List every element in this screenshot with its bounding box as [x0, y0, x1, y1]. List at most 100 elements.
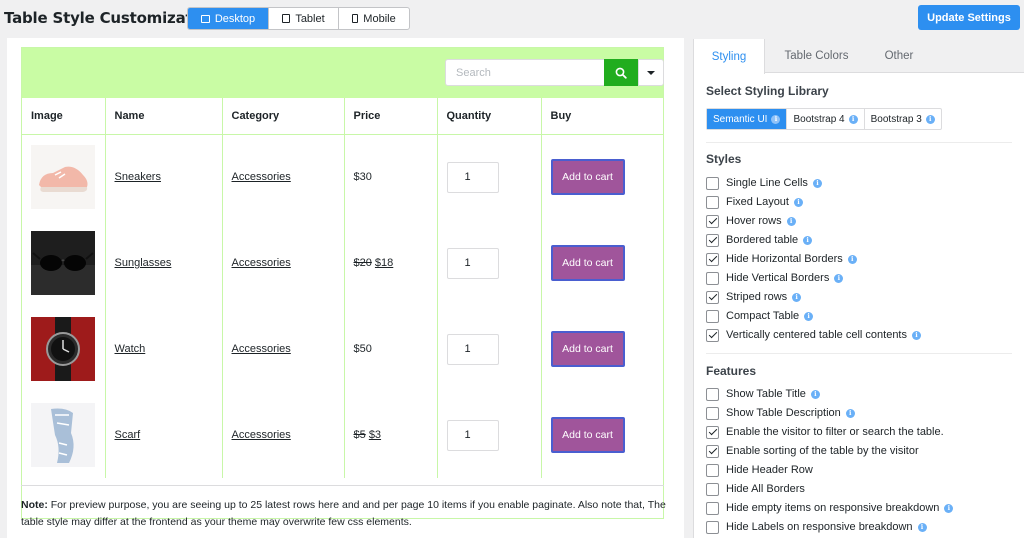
info-icon: i [792, 292, 802, 302]
column-header[interactable]: Quantity [437, 98, 542, 135]
buy-cell: Add to cart [541, 220, 663, 306]
checkbox[interactable] [706, 425, 719, 439]
checkbox[interactable] [706, 328, 719, 342]
info-icon: i [944, 503, 954, 513]
filter-dropdown-button[interactable] [638, 59, 664, 86]
product-name-link[interactable]: Watch [115, 343, 146, 355]
add-to-cart-button[interactable]: Add to cart [550, 417, 625, 453]
tab-mobile[interactable]: Mobile [339, 8, 409, 29]
option-vertically-centered[interactable]: Vertically centered table cell contents i [706, 327, 921, 343]
checkbox[interactable] [706, 520, 719, 534]
checkbox[interactable] [706, 195, 719, 209]
search-button[interactable] [604, 59, 638, 86]
tab-other[interactable]: Other [868, 39, 930, 73]
tab-tablet-label: Tablet [295, 12, 325, 25]
add-to-cart-button[interactable]: Add to cart [550, 159, 625, 196]
category-link[interactable]: Accessories [232, 257, 291, 269]
quantity-cell: 1 [437, 306, 542, 392]
option-hide-header-row[interactable]: Hide Header Row [706, 462, 813, 478]
option-show-table-description[interactable]: Show Table Description i [706, 405, 855, 421]
quantity-input[interactable]: 1 [446, 161, 499, 193]
tab-desktop-label: Desktop [214, 12, 256, 25]
add-to-cart-button[interactable]: Add to cart [550, 245, 625, 281]
checkbox[interactable] [706, 214, 719, 228]
info-icon: i [786, 216, 796, 226]
option-bordered-table[interactable]: Bordered table i [706, 232, 813, 248]
category-link[interactable]: Accessories [232, 343, 291, 355]
checkbox[interactable] [706, 444, 719, 458]
tab-tablet[interactable]: Tablet [269, 8, 339, 29]
product-name-link[interactable]: Sneakers [115, 171, 161, 183]
option-hide-all-borders[interactable]: Hide All Borders [706, 481, 805, 497]
option-hover-rows[interactable]: Hover rows i [706, 213, 796, 229]
option-compact-table[interactable]: Compact Table i [706, 308, 814, 324]
quantity-input[interactable]: 1 [446, 419, 499, 451]
tab-styling[interactable]: Styling [694, 39, 765, 74]
checkbox[interactable] [706, 309, 719, 323]
option-fixed-layout[interactable]: Fixed Layout i [706, 194, 803, 210]
column-header[interactable]: Image [22, 98, 106, 135]
option-label: Enable the visitor to filter or search t… [726, 426, 944, 438]
column-header[interactable]: Buy [541, 98, 663, 135]
styling-library-selector: Semantic UI i Bootstrap 4i Bootstrap 3i [706, 108, 942, 130]
column-header[interactable]: Price [344, 98, 438, 135]
option-hide-labels[interactable]: Hide Labels on responsive breakdown i [706, 519, 927, 535]
product-name-link[interactable]: Sunglasses [115, 257, 172, 269]
library-semantic-ui[interactable]: Semantic UI i [707, 109, 788, 129]
add-to-cart-button[interactable]: Add to cart [550, 331, 625, 367]
checkbox[interactable] [706, 290, 719, 304]
checkbox[interactable] [706, 463, 719, 477]
library-bootstrap-3[interactable]: Bootstrap 3i [865, 109, 941, 129]
info-icon: i [917, 522, 927, 532]
checkbox[interactable] [706, 387, 719, 401]
category-cell[interactable]: Accessories [222, 306, 345, 392]
page-title: Table Style Customization [4, 9, 218, 27]
quantity-input[interactable]: 1 [446, 247, 499, 279]
name-cell[interactable]: Watch [105, 306, 223, 392]
category-link[interactable]: Accessories [232, 171, 291, 183]
checkbox[interactable] [706, 271, 719, 285]
product-table: Image Name Category Price Quantity Buy S… [22, 98, 663, 478]
name-cell[interactable]: Sneakers [105, 134, 223, 220]
option-single-line-cells[interactable]: Single Line Cells i [706, 175, 822, 191]
sale-price: $3 [368, 429, 382, 441]
search-input[interactable]: Search [445, 59, 605, 86]
name-cell[interactable]: Sunglasses [105, 220, 223, 306]
checkbox[interactable] [706, 233, 719, 247]
option-show-table-title[interactable]: Show Table Title i [706, 386, 820, 402]
category-cell[interactable]: Accessories [222, 220, 345, 306]
checkbox[interactable] [706, 252, 719, 266]
option-hide-vertical-borders[interactable]: Hide Vertical Borders i [706, 270, 844, 286]
column-header[interactable]: Category [222, 98, 345, 135]
option-label: Enable sorting of the table by the visit… [726, 445, 919, 457]
price-cell: $20 $18 [344, 220, 438, 306]
buy-cell: Add to cart [541, 134, 663, 220]
tab-table-colors[interactable]: Table Colors [765, 39, 868, 73]
info-icon: i [847, 254, 857, 264]
option-label: Hide All Borders [726, 483, 805, 495]
image-cell [22, 306, 106, 392]
info-icon: i [810, 389, 820, 399]
update-settings-button[interactable]: Update Settings [918, 5, 1020, 30]
option-striped-rows[interactable]: Striped rows i [706, 289, 802, 305]
option-hide-empty-items[interactable]: Hide empty items on responsive breakdown… [706, 500, 954, 516]
original-price: $20 [353, 257, 372, 269]
checkbox[interactable] [706, 176, 719, 190]
table-row: Sunglasses Accessories $20 $18 1 Add to … [22, 220, 663, 306]
category-link[interactable]: Accessories [232, 429, 291, 441]
checkbox[interactable] [706, 406, 719, 420]
tab-desktop[interactable]: Desktop [188, 8, 269, 29]
column-header[interactable]: Name [105, 98, 223, 135]
name-cell[interactable]: Scarf [105, 392, 223, 478]
checkbox[interactable] [706, 501, 719, 515]
option-hide-horizontal-borders[interactable]: Hide Horizontal Borders i [706, 251, 857, 267]
option-enable-filter-search[interactable]: Enable the visitor to filter or search t… [706, 424, 944, 440]
category-cell[interactable]: Accessories [222, 392, 345, 478]
category-cell[interactable]: Accessories [222, 134, 345, 220]
product-name-link[interactable]: Scarf [115, 429, 141, 441]
quantity-input[interactable]: 1 [446, 333, 499, 365]
option-enable-sorting[interactable]: Enable sorting of the table by the visit… [706, 443, 919, 459]
library-bootstrap-4[interactable]: Bootstrap 4i [787, 109, 865, 129]
price: $50 [353, 343, 372, 355]
checkbox[interactable] [706, 482, 719, 496]
